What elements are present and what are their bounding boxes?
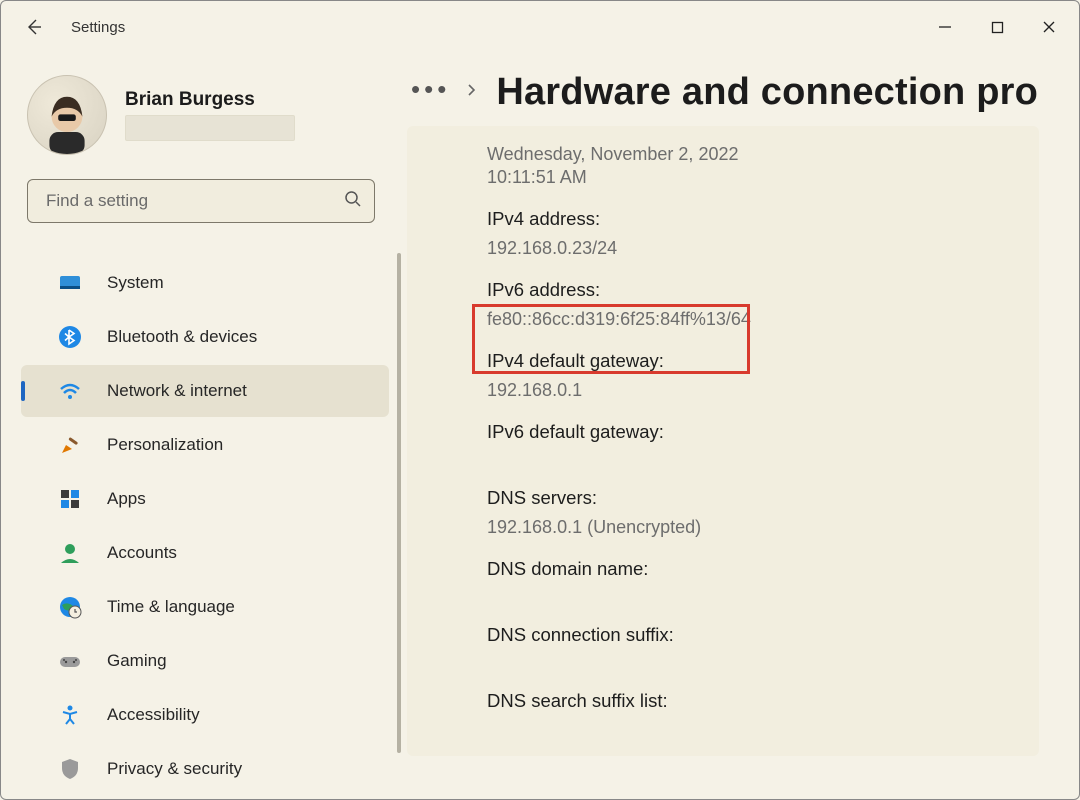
ipv4-address-value: 192.168.0.23/24	[487, 238, 1029, 259]
dns-domain-label: DNS domain name:	[487, 558, 1029, 580]
nav-label: System	[107, 273, 164, 293]
profile-email-redacted	[125, 115, 295, 141]
nav-item-bluetooth[interactable]: Bluetooth & devices	[21, 311, 389, 363]
breadcrumb: ••• Hardware and connection pro	[401, 53, 1079, 126]
profile-text: Brian Burgess	[125, 89, 295, 141]
properties-panel: Wednesday, November 2, 2022 10:11:51 AM …	[407, 126, 1039, 756]
annotation-highlight	[472, 304, 750, 374]
detail-date: Wednesday, November 2, 2022	[487, 144, 1029, 165]
nav-item-network[interactable]: Network & internet	[21, 365, 389, 417]
app-title: Settings	[71, 19, 125, 36]
apps-icon	[57, 486, 83, 512]
profile-name: Brian Burgess	[125, 89, 295, 111]
search-input[interactable]	[44, 190, 344, 212]
chevron-right-icon	[464, 82, 480, 103]
search-icon	[344, 190, 362, 213]
nav: System Bluetooth & devices Network & int…	[1, 257, 401, 795]
maximize-button[interactable]	[971, 5, 1023, 49]
nav-label: Apps	[107, 489, 146, 509]
detail-time: 10:11:51 AM	[487, 167, 1029, 188]
nav-label: Network & internet	[107, 381, 247, 401]
nav-item-gaming[interactable]: Gaming	[21, 635, 389, 687]
close-icon	[1042, 20, 1056, 34]
dns-search-label: DNS search suffix list:	[487, 690, 1029, 712]
close-button[interactable]	[1023, 5, 1075, 49]
nav-item-apps[interactable]: Apps	[21, 473, 389, 525]
minimize-button[interactable]	[919, 5, 971, 49]
nav-item-system[interactable]: System	[21, 257, 389, 309]
shield-icon	[57, 756, 83, 782]
nav-label: Gaming	[107, 651, 167, 671]
ipv4-address-label: IPv4 address:	[487, 208, 1029, 230]
main: ••• Hardware and connection pro Wednesda…	[401, 53, 1079, 799]
nav-label: Personalization	[107, 435, 223, 455]
dns-servers-label: DNS servers:	[487, 487, 1029, 509]
arrow-left-icon	[24, 17, 44, 37]
nav-item-privacy[interactable]: Privacy & security	[21, 743, 389, 795]
person-icon	[57, 540, 83, 566]
ipv6-address-label: IPv6 address:	[487, 279, 1029, 301]
search-box[interactable]	[27, 179, 375, 223]
ipv4-gateway-value: 192.168.0.1	[487, 380, 1029, 401]
ellipsis-icon[interactable]: •••	[411, 74, 450, 111]
minimize-icon	[938, 20, 952, 34]
bluetooth-icon	[57, 324, 83, 350]
nav-item-accounts[interactable]: Accounts	[21, 527, 389, 579]
avatar-image	[34, 88, 100, 154]
system-icon	[57, 270, 83, 296]
back-button[interactable]	[19, 12, 49, 42]
wifi-icon	[57, 378, 83, 404]
sidebar: Brian Burgess System Bluetooth & devices	[1, 53, 401, 799]
page-title: Hardware and connection pro	[496, 71, 1038, 114]
titlebar: Settings	[1, 1, 1079, 53]
nav-label: Accessibility	[107, 705, 200, 725]
dns-suffix-label: DNS connection suffix:	[487, 624, 1029, 646]
ipv6-gateway-label: IPv6 default gateway:	[487, 421, 1029, 443]
avatar[interactable]	[27, 75, 107, 155]
nav-label: Bluetooth & devices	[107, 327, 257, 347]
gamepad-icon	[57, 648, 83, 674]
nav-item-personalization[interactable]: Personalization	[21, 419, 389, 471]
nav-item-accessibility[interactable]: Accessibility	[21, 689, 389, 741]
profile-section: Brian Burgess	[1, 71, 401, 169]
nav-label: Accounts	[107, 543, 177, 563]
clock-globe-icon	[57, 594, 83, 620]
maximize-icon	[991, 21, 1004, 34]
nav-item-time[interactable]: Time & language	[21, 581, 389, 633]
window-controls	[919, 5, 1075, 49]
nav-label: Time & language	[107, 597, 235, 617]
paintbrush-icon	[57, 432, 83, 458]
nav-label: Privacy & security	[107, 759, 242, 779]
dns-servers-value: 192.168.0.1 (Unencrypted)	[487, 517, 1029, 538]
accessibility-icon	[57, 702, 83, 728]
